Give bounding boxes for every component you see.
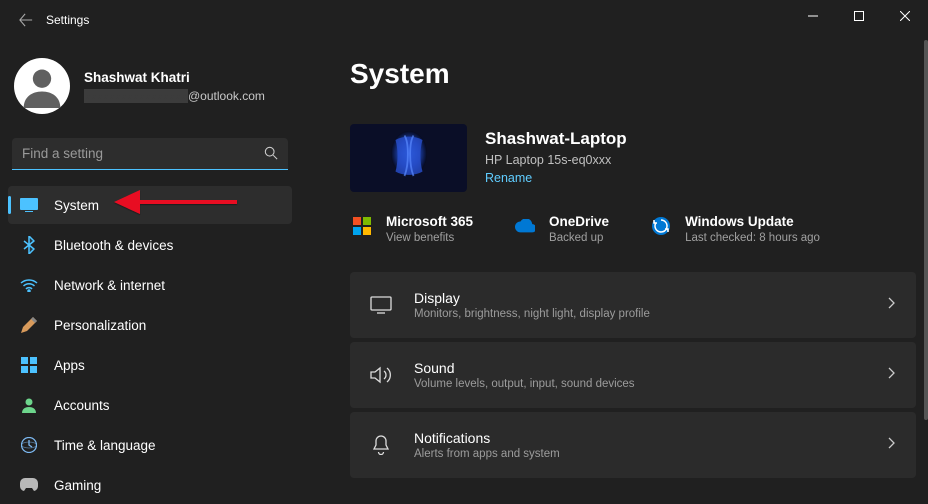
card-display[interactable]: Display Monitors, brightness, night ligh… [350,272,916,338]
device-block: Shashwat-Laptop HP Laptop 15s-eq0xxx Ren… [350,124,916,192]
nav-item-accounts[interactable]: Accounts [8,386,292,424]
chevron-right-icon [888,366,896,384]
accounts-icon [20,396,38,414]
card-title: Sound [414,360,866,376]
user-name: Shashwat Khatri [84,70,265,85]
chevron-right-icon [888,436,896,454]
card-sub: Volume levels, output, input, sound devi… [414,378,866,390]
nav-item-network[interactable]: Network & internet [8,266,292,304]
nav-label: System [54,198,99,213]
main-pane: System Shashwat-Laptop HP Laptop 15s-eq0… [300,40,928,500]
nav-list: System Bluetooth & devices Network & int… [8,186,292,504]
close-button[interactable] [882,0,928,32]
nav-label: Apps [54,358,85,373]
maximize-button[interactable] [836,0,882,32]
avatar [14,58,70,114]
page-title: System [350,58,916,90]
nav-item-personalization[interactable]: Personalization [8,306,292,344]
apps-icon [20,356,38,374]
status-sub: View benefits [386,232,473,244]
status-title: Microsoft 365 [386,214,473,229]
card-sound[interactable]: Sound Volume levels, output, input, soun… [350,342,916,408]
status-sub: Last checked: 8 hours ago [685,232,820,244]
minimize-button[interactable] [790,0,836,32]
nav-item-apps[interactable]: Apps [8,346,292,384]
update-icon [651,216,671,236]
onedrive-icon [515,216,535,236]
card-sub: Alerts from apps and system [414,448,866,460]
notifications-icon [370,434,392,456]
device-info: Shashwat-Laptop HP Laptop 15s-eq0xxx Ren… [485,129,627,187]
nav-item-gaming[interactable]: Gaming [8,466,292,504]
network-icon [20,276,38,294]
status-windows-update[interactable]: Windows Update Last checked: 8 hours ago [651,214,820,244]
personalization-icon [20,316,38,334]
nav-label: Personalization [54,318,146,333]
titlebar: Settings [0,0,928,40]
window-controls [790,0,928,32]
user-email: xxxxxxxxxxxxxxxxx@outlook.com [84,89,265,103]
search-box [12,138,288,170]
nav-label: Gaming [54,478,101,493]
device-wallpaper [350,124,467,192]
nav-label: Accounts [54,398,110,413]
rename-link[interactable]: Rename [485,171,532,185]
nav-label: Time & language [54,438,156,453]
microsoft-icon [352,216,372,236]
nav-label: Network & internet [54,278,165,293]
settings-cards: Display Monitors, brightness, night ligh… [350,272,916,478]
status-microsoft365[interactable]: Microsoft 365 View benefits [352,214,473,244]
card-title: Display [414,290,866,306]
status-onedrive[interactable]: OneDrive Backed up [515,214,609,244]
window-title: Settings [46,13,89,27]
display-icon [370,294,392,316]
status-sub: Backed up [549,232,609,244]
status-title: Windows Update [685,214,820,229]
chevron-right-icon [888,296,896,314]
scrollbar[interactable] [924,40,928,420]
bluetooth-icon [20,236,38,254]
device-name: Shashwat-Laptop [485,129,627,149]
nav-item-time[interactable]: Time & language [8,426,292,464]
status-row: Microsoft 365 View benefits OneDrive Bac… [350,214,916,244]
back-button[interactable] [12,6,40,34]
user-profile[interactable]: Shashwat Khatri xxxxxxxxxxxxxxxxx@outloo… [8,52,292,124]
time-icon [20,436,38,454]
status-title: OneDrive [549,214,609,229]
search-icon [264,146,278,165]
sidebar: Shashwat Khatri xxxxxxxxxxxxxxxxx@outloo… [0,40,300,500]
user-info: Shashwat Khatri xxxxxxxxxxxxxxxxx@outloo… [84,70,265,103]
nav-item-bluetooth[interactable]: Bluetooth & devices [8,226,292,264]
system-icon [20,196,38,214]
card-title: Notifications [414,430,866,446]
sound-icon [370,364,392,386]
card-notifications[interactable]: Notifications Alerts from apps and syste… [350,412,916,478]
card-sub: Monitors, brightness, night light, displ… [414,308,866,320]
gaming-icon [20,476,38,494]
device-model: HP Laptop 15s-eq0xxx [485,153,627,167]
nav-item-system[interactable]: System [8,186,292,224]
search-input[interactable] [12,138,288,170]
nav-label: Bluetooth & devices [54,238,173,253]
